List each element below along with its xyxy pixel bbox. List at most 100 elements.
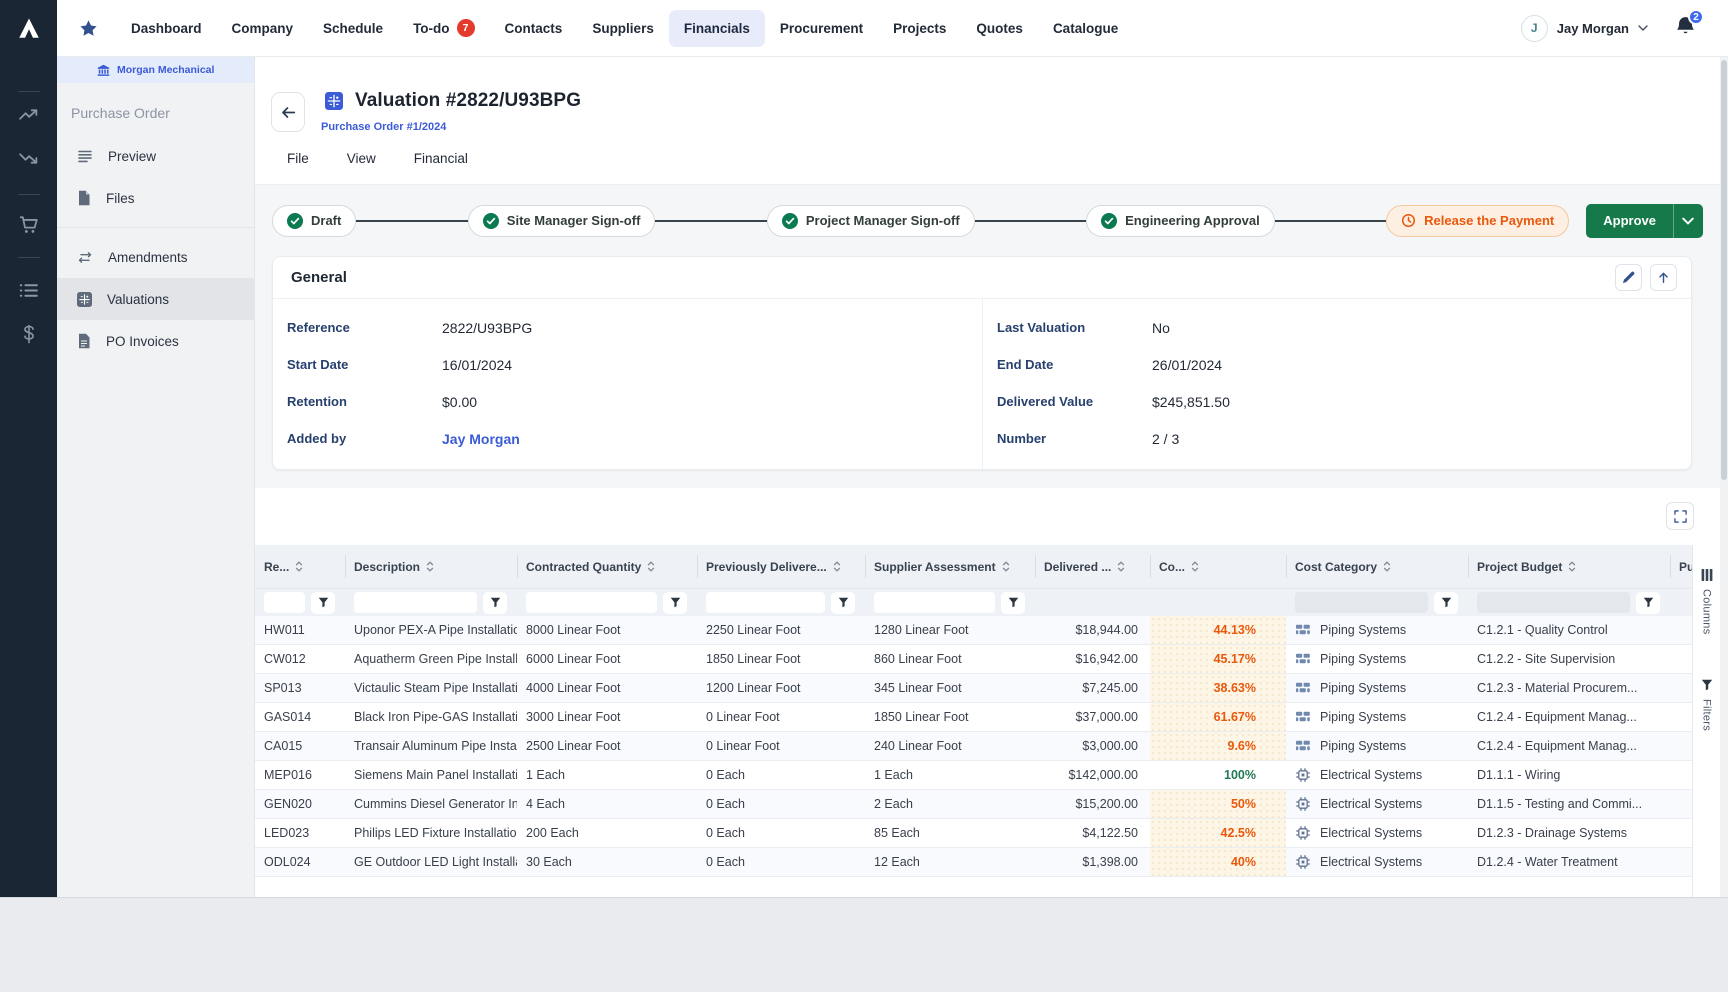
- columns-tool[interactable]: Columns: [1701, 569, 1713, 635]
- cell-cost-category: Electrical Systems: [1286, 761, 1468, 789]
- workflow-step-project-manager-sign-off[interactable]: Project Manager Sign-off: [767, 205, 975, 237]
- cell-delivered-value-text: $16,942.00: [1075, 652, 1138, 666]
- approve-dropdown-button[interactable]: [1673, 204, 1703, 238]
- filter-input[interactable]: [706, 592, 825, 613]
- filter-button[interactable]: [1001, 592, 1025, 614]
- workflow-step-release-the-payment[interactable]: Release the Payment: [1386, 205, 1569, 237]
- cell-project-budget-text: C1.2.3 - Material Procurem...: [1477, 681, 1637, 695]
- column-header-contracted-quantity[interactable]: Contracted Quantity: [517, 545, 697, 588]
- back-button[interactable]: [271, 92, 305, 132]
- sidebar-item-preview[interactable]: Preview: [57, 135, 254, 177]
- nav-item-quotes[interactable]: Quotes: [961, 10, 1038, 47]
- filter-input[interactable]: [874, 592, 995, 613]
- filter-button[interactable]: [483, 592, 507, 614]
- sidebar: Morgan Mechanical Purchase Order Preview…: [57, 57, 255, 897]
- filter-input[interactable]: [354, 592, 477, 613]
- workflow-step-label: Draft: [311, 213, 341, 228]
- column-header-supplier-assessment[interactable]: Supplier Assessment: [865, 545, 1035, 588]
- chip-icon: [1295, 796, 1311, 812]
- purchase-order-link[interactable]: Purchase Order #1/2024: [321, 121, 446, 133]
- cell-previously-delivered-text: 0 Each: [706, 855, 745, 869]
- column-header-cost-category[interactable]: Cost Category: [1286, 545, 1468, 588]
- table-row[interactable]: HW011Uponor PEX-A Pipe Installation (800…: [255, 616, 1692, 645]
- cart-icon[interactable]: [0, 203, 57, 247]
- menu-view[interactable]: View: [347, 151, 376, 166]
- sidebar-items: PreviewFiles AmendmentsValuationsPO Invoi…: [57, 135, 254, 362]
- filter-button[interactable]: [1434, 592, 1458, 614]
- org-breadcrumb[interactable]: Morgan Mechanical: [57, 57, 254, 83]
- table-row[interactable]: MEP016Siemens Main Panel Installation1 E…: [255, 761, 1692, 790]
- menu-financial[interactable]: Financial: [414, 151, 468, 166]
- cell-supplier-assessment: 1850 Linear Foot: [865, 703, 1035, 731]
- table-row[interactable]: CA015Transair Aluminum Pipe Installa2500…: [255, 732, 1692, 761]
- table-row[interactable]: CW012Aquatherm Green Pipe Installati6000…: [255, 645, 1692, 674]
- table-row[interactable]: GAS014Black Iron Pipe-GAS Installation30…: [255, 703, 1692, 732]
- nav-item-to-do[interactable]: To-do7: [398, 8, 489, 48]
- sidebar-item-valuations[interactable]: Valuations: [57, 278, 254, 320]
- field-value[interactable]: Jay Morgan: [442, 431, 520, 447]
- column-header-pu-[interactable]: Pu...: [1670, 545, 1692, 588]
- table-row[interactable]: ODL024GE Outdoor LED Light Installatio30…: [255, 848, 1692, 877]
- sidebar-item-amendments[interactable]: Amendments: [57, 236, 254, 278]
- filter-button[interactable]: [311, 592, 335, 614]
- workflow-step-site-manager-sign-off[interactable]: Site Manager Sign-off: [468, 205, 656, 237]
- column-header-delivered-[interactable]: Delivered ...: [1035, 545, 1150, 588]
- filter-button[interactable]: [663, 592, 687, 614]
- nav-item-company[interactable]: Company: [217, 10, 309, 47]
- column-header-re-[interactable]: Re...: [255, 545, 345, 588]
- brick-icon: [1295, 680, 1311, 696]
- table-row[interactable]: SP013Victaulic Steam Pipe Installation40…: [255, 674, 1692, 703]
- workflow-step-engineering-approval[interactable]: Engineering Approval: [1086, 205, 1275, 237]
- filter-button[interactable]: [831, 592, 855, 614]
- column-header-previously-delivere-[interactable]: Previously Delivere...: [697, 545, 865, 588]
- edit-button[interactable]: [1615, 264, 1642, 291]
- file-icon: [77, 190, 91, 206]
- filter-button[interactable]: [1636, 592, 1660, 614]
- list-icon[interactable]: [0, 268, 57, 312]
- fullscreen-button[interactable]: [1666, 502, 1694, 530]
- filter-input[interactable]: [264, 592, 305, 613]
- column-header-label: Cost Category: [1295, 560, 1377, 574]
- scrollbar: [1720, 57, 1728, 897]
- scrollbar-thumb[interactable]: [1721, 60, 1727, 480]
- approve-button[interactable]: Approve: [1586, 204, 1703, 238]
- cell-reference: MEP016: [255, 761, 345, 789]
- app-logo[interactable]: [0, 0, 57, 57]
- favorites-button[interactable]: [57, 19, 110, 38]
- nav-item-contacts[interactable]: Contacts: [490, 10, 578, 47]
- nav-item-financials[interactable]: Financials: [669, 10, 765, 47]
- sidebar-item-files[interactable]: Files: [57, 177, 254, 219]
- sidebar-item-po-invoices[interactable]: PO Invoices: [57, 320, 254, 362]
- nav-item-schedule[interactable]: Schedule: [308, 10, 398, 47]
- cell-delivered-value: $4,122.50: [1035, 819, 1150, 847]
- nav-item-procurement[interactable]: Procurement: [765, 10, 878, 47]
- filter-input[interactable]: [526, 592, 657, 613]
- menu-file[interactable]: File: [287, 151, 309, 166]
- cell-project-budget-text: D1.2.4 - Water Treatment: [1477, 855, 1618, 869]
- table-row[interactable]: LED023Philips LED Fixture Installation o…: [255, 819, 1692, 848]
- user-menu[interactable]: J Jay Morgan: [1521, 15, 1648, 42]
- nav-item-projects[interactable]: Projects: [878, 10, 961, 47]
- collapse-button[interactable]: [1650, 264, 1677, 291]
- column-header-description[interactable]: Description: [345, 545, 517, 588]
- nav-item-suppliers[interactable]: Suppliers: [577, 10, 669, 47]
- cell-completed-percent: 100%: [1150, 761, 1286, 789]
- nav-item-catalogue[interactable]: Catalogue: [1038, 10, 1133, 47]
- column-header-project-budget[interactable]: Project Budget: [1468, 545, 1670, 588]
- cell-previously-delivered-text: 0 Each: [706, 826, 745, 840]
- trend-up-icon[interactable]: [0, 92, 57, 136]
- column-header-label: Previously Delivere...: [706, 560, 827, 574]
- nav-item-dashboard[interactable]: Dashboard: [116, 10, 217, 47]
- trend-down-icon[interactable]: [0, 136, 57, 180]
- cell-contracted-quantity-text: 1 Each: [526, 768, 565, 782]
- nav-item-label: Schedule: [323, 21, 383, 36]
- column-header-co-[interactable]: Co...: [1150, 545, 1286, 588]
- notifications-button[interactable]: 2: [1674, 15, 1700, 41]
- nav-item-label: Catalogue: [1053, 21, 1118, 36]
- dollar-icon[interactable]: [0, 312, 57, 356]
- cell-previously-delivered: 0 Linear Foot: [697, 703, 865, 731]
- field-label: Start Date: [287, 357, 442, 372]
- workflow-step-draft[interactable]: Draft: [272, 205, 356, 237]
- filters-tool[interactable]: Filters: [1701, 679, 1713, 731]
- table-row[interactable]: GEN020Cummins Diesel Generator Insta4 Ea…: [255, 790, 1692, 819]
